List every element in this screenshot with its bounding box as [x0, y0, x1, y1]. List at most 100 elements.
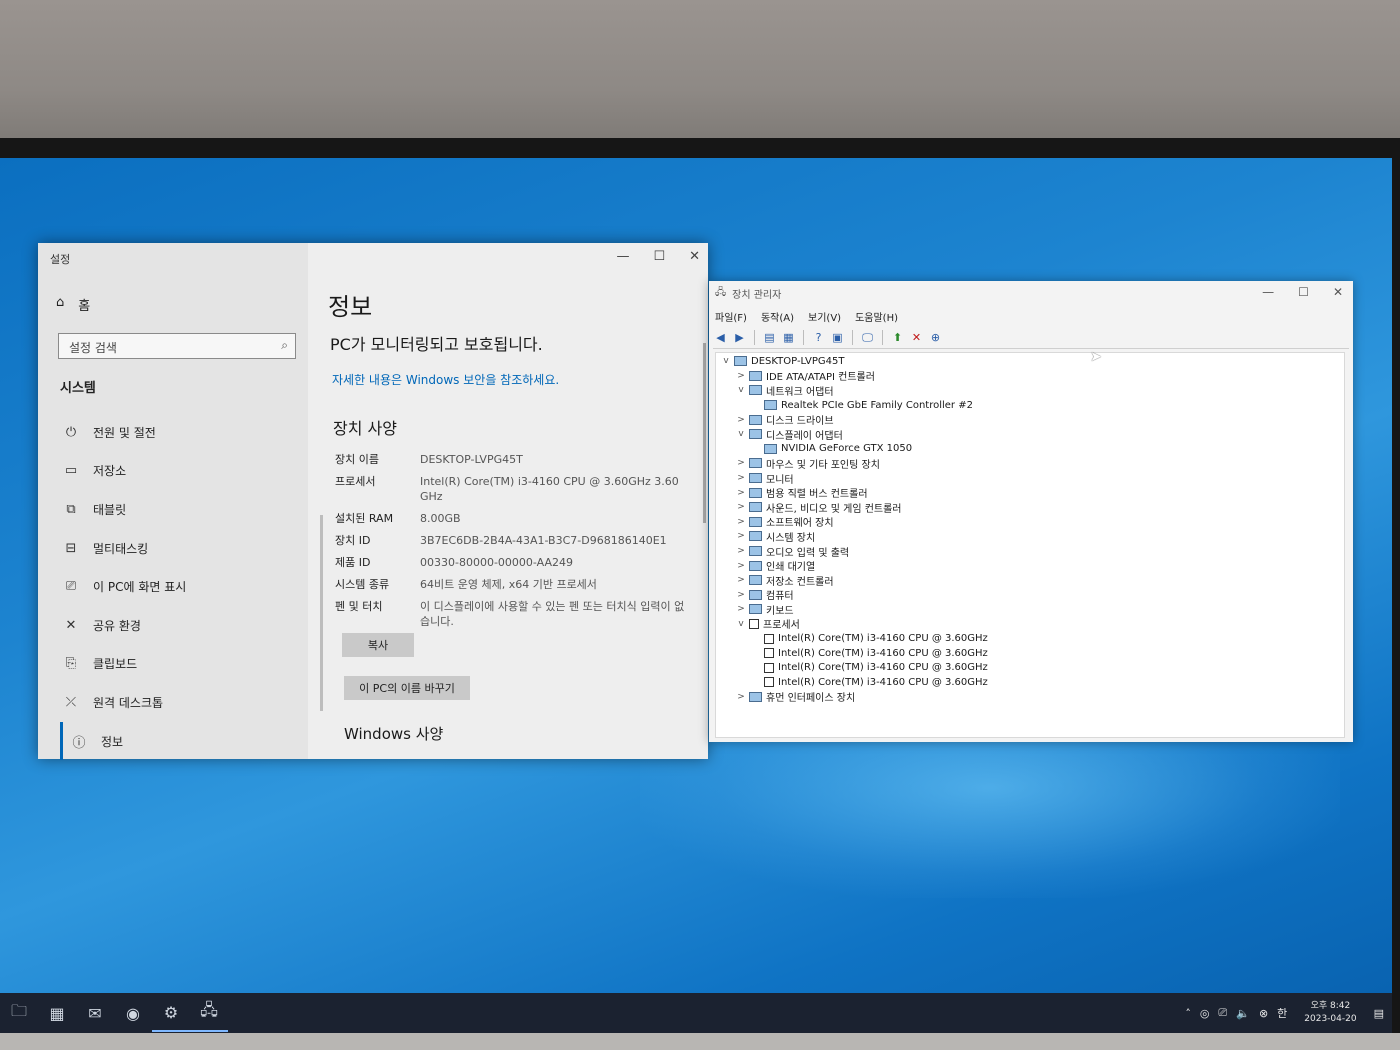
- device-manager-taskbar-icon[interactable]: 🖧: [190, 994, 228, 1032]
- tray-status-icon[interactable]: ⊗: [1259, 1007, 1268, 1020]
- show-hide-tree-icon[interactable]: ▤: [762, 330, 777, 345]
- mail-icon[interactable]: ✉: [76, 994, 114, 1032]
- expander-icon[interactable]: v: [735, 429, 747, 439]
- uninstall-icon[interactable]: ✕: [909, 330, 924, 345]
- tree-item[interactable]: Intel(R) Core(TM) i3-4160 CPU @ 3.60GHz: [716, 646, 1344, 661]
- settings-icon[interactable]: ⚙: [152, 994, 190, 1032]
- expander-icon[interactable]: >: [735, 458, 747, 468]
- tree-item[interactable]: Intel(R) Core(TM) i3-4160 CPU @ 3.60GHz: [716, 660, 1344, 675]
- nav-item-remote-desktop[interactable]: ⤫ 원격 데스크톱: [60, 683, 300, 722]
- update-driver-icon[interactable]: ⬆: [890, 330, 905, 345]
- tree-item-label: 컴퓨터: [766, 591, 794, 603]
- forward-icon[interactable]: ▶: [732, 330, 747, 345]
- tree-item[interactable]: > 사운드, 비디오 및 게임 컨트롤러: [716, 500, 1344, 515]
- tree-item[interactable]: > 컴퓨터: [716, 588, 1344, 603]
- download-icon[interactable]: ⊕: [928, 330, 943, 345]
- tree-item[interactable]: NVIDIA GeForce GTX 1050: [716, 442, 1344, 457]
- nav-item-multitasking[interactable]: ⊟ 멀티태스킹: [60, 529, 300, 568]
- menu-action[interactable]: 동작(A): [761, 309, 794, 324]
- menu-view[interactable]: 보기(V): [808, 309, 841, 324]
- tree-item[interactable]: > 소프트웨어 장치: [716, 515, 1344, 529]
- back-icon[interactable]: ◀: [713, 330, 728, 345]
- expander-icon[interactable]: >: [735, 692, 747, 702]
- file-explorer-icon[interactable]: 🗀: [0, 994, 38, 1032]
- nav-item-tablet[interactable]: ⧉ 태블릿: [60, 490, 300, 529]
- minimize-icon[interactable]: —: [616, 249, 629, 264]
- tree-item[interactable]: v 디스플레이 어댑터: [716, 427, 1344, 442]
- tree-item[interactable]: > 마우스 및 기타 포인팅 장치: [716, 456, 1344, 471]
- expander-icon[interactable]: >: [735, 371, 747, 381]
- expander-icon[interactable]: v: [735, 619, 747, 629]
- expander-icon[interactable]: >: [735, 415, 747, 425]
- close-icon[interactable]: ✕: [1333, 285, 1343, 299]
- clock-date: 2023-04-20: [1304, 1014, 1357, 1024]
- tree-item[interactable]: > 시스템 장치: [716, 529, 1344, 544]
- scrollbar[interactable]: [703, 343, 706, 523]
- tree-item[interactable]: v 네트워크 어댑터: [716, 383, 1344, 398]
- tree-item[interactable]: > IDE ATA/ATAPI 컨트롤러: [716, 369, 1344, 383]
- expander-icon[interactable]: >: [735, 531, 747, 541]
- tree-item[interactable]: v 프로세서: [716, 617, 1344, 631]
- expander-icon[interactable]: >: [735, 488, 747, 498]
- minimize-icon[interactable]: —: [1262, 285, 1274, 299]
- expander-icon[interactable]: >: [735, 575, 747, 585]
- tree-item[interactable]: > 저장소 컨트롤러: [716, 573, 1344, 588]
- taskbar: 🗀 ▦ ✉ ◉ ⚙ 🖧 ˄ ◎ ⎚ 🔈 ⊗ 한 오후 8:42 2023-04-…: [0, 993, 1392, 1033]
- tree-item[interactable]: > 모니터: [716, 471, 1344, 486]
- nav-item-label: 전원 및 절전: [93, 425, 156, 440]
- chevron-up-icon[interactable]: ˄: [1185, 1007, 1191, 1020]
- tree-root[interactable]: v DESKTOP-LVPG45T: [716, 354, 1344, 369]
- network-icon[interactable]: ⎚: [1218, 1006, 1227, 1020]
- browser-icon[interactable]: ◉: [114, 994, 152, 1032]
- tree-item[interactable]: Intel(R) Core(TM) i3-4160 CPU @ 3.60GHz: [716, 631, 1344, 646]
- expander-icon[interactable]: >: [735, 604, 747, 614]
- tree-item[interactable]: > 범용 직렬 버스 컨트롤러: [716, 485, 1344, 500]
- expander-icon[interactable]: >: [735, 546, 747, 556]
- maximize-icon[interactable]: ☐: [1298, 285, 1309, 299]
- settings-search-input[interactable]: 설정 검색 ⌕: [58, 333, 296, 359]
- notifications-icon[interactable]: ▤: [1374, 1007, 1384, 1020]
- tree-item-label: 마우스 및 기타 포인팅 장치: [766, 459, 880, 471]
- tree-item[interactable]: Realtek PCIe GbE Family Controller #2: [716, 398, 1344, 413]
- security-link[interactable]: 자세한 내용은 Windows 보안을 참조하세요.: [332, 371, 559, 388]
- properties-icon[interactable]: ▦: [781, 330, 796, 345]
- store-icon[interactable]: ▦: [38, 994, 76, 1032]
- nav-item-shared[interactable]: ✕ 공유 환경: [60, 606, 300, 645]
- tree-item[interactable]: > 키보드: [716, 602, 1344, 617]
- nav-item-about[interactable]: ⓘ 정보: [60, 721, 300, 761]
- nav-item-projecting[interactable]: ⎚ 이 PC에 화면 표시: [60, 567, 300, 606]
- expander-icon[interactable]: >: [735, 517, 747, 527]
- view-icon[interactable]: ▣: [830, 330, 845, 345]
- scan-hardware-icon[interactable]: 🖵: [860, 330, 875, 345]
- expander-icon[interactable]: v: [720, 356, 732, 366]
- spec-key: 장치 ID: [335, 534, 371, 547]
- maximize-icon[interactable]: ☐: [653, 249, 665, 264]
- tree-item[interactable]: > 인쇄 대기열: [716, 558, 1344, 573]
- tree-item[interactable]: > 휴먼 인터페이스 장치: [716, 690, 1344, 704]
- tray-app-icon[interactable]: ◎: [1200, 1007, 1210, 1020]
- nav-item-clipboard[interactable]: ⎘ 클립보드: [60, 645, 300, 684]
- ime-icon[interactable]: 한: [1277, 1005, 1287, 1021]
- expander-icon[interactable]: >: [735, 561, 747, 571]
- rename-pc-button[interactable]: 이 PC의 이름 바꾸기: [344, 676, 470, 700]
- home-link[interactable]: ⌂ 홈: [56, 295, 90, 314]
- nav-item-storage[interactable]: ▭ 저장소: [60, 452, 300, 491]
- computer-icon: [734, 356, 747, 367]
- volume-icon[interactable]: 🔈: [1236, 1007, 1250, 1020]
- clock[interactable]: 오후 8:42 2023-04-20: [1304, 1000, 1356, 1026]
- tree-item[interactable]: > 디스크 드라이브: [716, 412, 1344, 427]
- tree-item[interactable]: > 오디오 입력 및 출력: [716, 544, 1344, 559]
- expander-icon[interactable]: >: [735, 473, 747, 483]
- expander-icon[interactable]: >: [735, 590, 747, 600]
- help-icon[interactable]: ?: [811, 330, 826, 345]
- menu-help[interactable]: 도움말(H): [855, 309, 898, 324]
- expander-icon[interactable]: >: [735, 502, 747, 512]
- tree-item[interactable]: Intel(R) Core(TM) i3-4160 CPU @ 3.60GHz: [716, 675, 1344, 690]
- expander-icon[interactable]: v: [735, 385, 747, 395]
- nav-item-power[interactable]: ⏻ 전원 및 절전: [60, 413, 300, 452]
- close-icon[interactable]: ✕: [689, 249, 700, 264]
- menu-file[interactable]: 파일(F): [715, 309, 747, 324]
- copy-button[interactable]: 복사: [342, 633, 414, 657]
- spec-row: 장치 이름 DESKTOP-LVPG45T: [335, 452, 690, 467]
- sidebar-scrollbar[interactable]: [320, 515, 323, 711]
